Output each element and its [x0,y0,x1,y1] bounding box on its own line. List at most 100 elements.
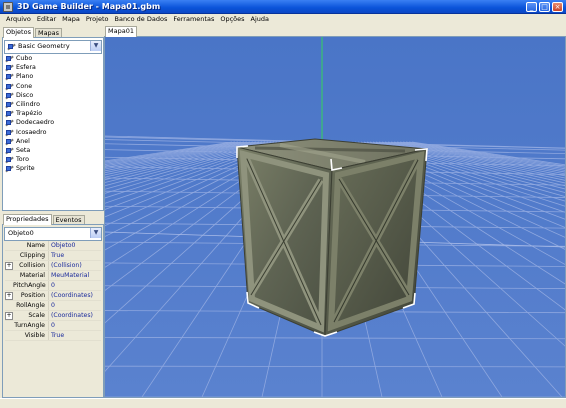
status-bar [0,398,566,408]
property-value[interactable]: (Coordinates) [48,311,101,320]
list-item[interactable]: Cone [5,82,103,91]
geometry-icon [5,119,14,126]
property-row[interactable]: TurnAngle 0 [5,321,101,331]
geometry-icon [5,92,14,99]
property-row[interactable]: Visible True [5,331,101,341]
menu-item[interactable]: Banco de Dados [112,14,171,25]
list-item-label: Cilindro [16,100,40,108]
geometry-icon [5,165,14,172]
maximize-button[interactable]: □ [539,2,550,12]
list-item[interactable]: Disco [5,91,103,100]
property-name: Visible [24,332,45,339]
menu-item[interactable]: Ajuda [248,14,272,25]
list-item[interactable]: Esfera [5,63,103,72]
property-row[interactable]: PitchAngle 0 [5,281,101,291]
property-value[interactable]: 0 [48,301,101,310]
property-name: Scale [28,312,45,319]
chevron-down-icon[interactable]: ▼ [90,41,101,51]
list-item[interactable]: Icosaedro [5,128,103,137]
expand-icon[interactable] [5,311,13,320]
property-value[interactable]: 0 [48,281,101,290]
menu-item[interactable]: Arquivo [3,14,34,25]
property-row[interactable]: Collision(Collision) [5,261,101,271]
property-value[interactable]: Objeto0 [48,241,101,250]
geometry-icon [5,64,14,71]
property-row[interactable]: Material MeuMaterial [5,271,101,281]
list-item[interactable]: Plano [5,72,103,81]
objects-panel: Basic Geometry ▼ Cubo Esfera Plano Cone Disc… [2,37,104,211]
list-item[interactable]: Cilindro [5,100,103,109]
category-selected: Basic Geometry [18,42,70,50]
property-value[interactable]: MeuMaterial [48,271,101,280]
geometry-icon [5,147,14,154]
property-value[interactable]: 0 [48,321,101,330]
property-row[interactable]: RollAngle 0 [5,301,101,311]
list-item[interactable]: Trapézio [5,109,103,118]
property-row[interactable]: Position(Coordinates) [5,291,101,301]
geometry-icon [5,129,14,136]
window-title: 3D Game Builder - Mapa01.gbm [17,2,161,11]
tab-objetos[interactable]: Objetos [3,27,34,38]
expand-icon[interactable] [5,291,13,300]
properties-panel: Objeto0 ▼ NameObjeto0ClippingTrueCollisi… [2,224,104,398]
property-row[interactable]: Name Objeto0 [5,241,101,251]
property-name: Collision [19,262,45,269]
3d-viewport[interactable] [104,36,566,398]
list-item-label: Sprite [16,165,35,173]
geometry-icon [7,43,16,50]
geometry-icon [5,83,14,90]
property-value[interactable]: (Collision) [48,261,101,270]
geometry-icon [5,138,14,145]
list-item[interactable]: Cubo [5,54,103,63]
list-item-label: Esfera [16,64,36,72]
list-item-label: Cone [16,82,33,90]
list-item[interactable]: Seta [5,146,103,155]
list-item[interactable]: Toro [5,155,103,164]
geometry-icon [5,73,14,80]
list-item[interactable]: Anel [5,137,103,146]
chevron-down-icon[interactable]: ▼ [90,228,101,238]
property-value[interactable]: (Coordinates) [48,291,101,300]
menu-item[interactable]: Mapa [59,14,83,25]
property-name: PitchAngle [13,282,46,289]
list-item-label: Plano [16,73,34,81]
menu-item[interactable]: Projeto [83,14,112,25]
property-name: Position [20,292,45,299]
menu-item[interactable]: Opções [217,14,247,25]
geometry-icon [5,110,14,117]
property-row[interactable]: Scale(Coordinates) [5,311,101,321]
expand-icon[interactable] [5,261,13,270]
objects-list: Cubo Esfera Plano Cone Disco Cilindro Trapézio… [5,54,103,173]
list-item-label: Dodecaedro [16,119,55,127]
tab-propriedades[interactable]: Propriedades [3,214,52,225]
category-dropdown[interactable]: Basic Geometry ▼ [4,40,102,54]
property-value[interactable]: True [48,331,101,340]
object-selected: Objeto0 [8,229,34,237]
close-button[interactable]: × [552,2,563,12]
map-tabs: Mapa01 [105,26,138,37]
minimize-button[interactable]: _ [526,2,537,12]
list-item[interactable]: Sprite [5,164,103,173]
tab-mapa01[interactable]: Mapa01 [105,26,137,37]
property-value[interactable]: True [48,251,101,260]
geometry-icon [5,55,14,62]
list-item-label: Toro [16,156,29,164]
crate-object[interactable] [236,138,428,337]
title-bar[interactable]: 3D Game Builder - Mapa01.gbm _ □ × [0,0,566,14]
list-item-label: Anel [16,137,30,145]
property-name: Clipping [19,252,45,259]
list-item[interactable]: Dodecaedro [5,118,103,127]
menu-item[interactable]: Editar [34,14,59,25]
geometry-icon [5,101,14,108]
app-icon [3,2,13,12]
property-row[interactable]: Clipping True [5,251,101,261]
list-item-label: Disco [16,91,34,99]
property-name: RollAngle [16,302,45,309]
scene-canvas[interactable] [105,37,565,397]
menu-item[interactable]: Ferramentas [170,14,217,25]
object-select-dropdown[interactable]: Objeto0 ▼ [4,227,102,241]
